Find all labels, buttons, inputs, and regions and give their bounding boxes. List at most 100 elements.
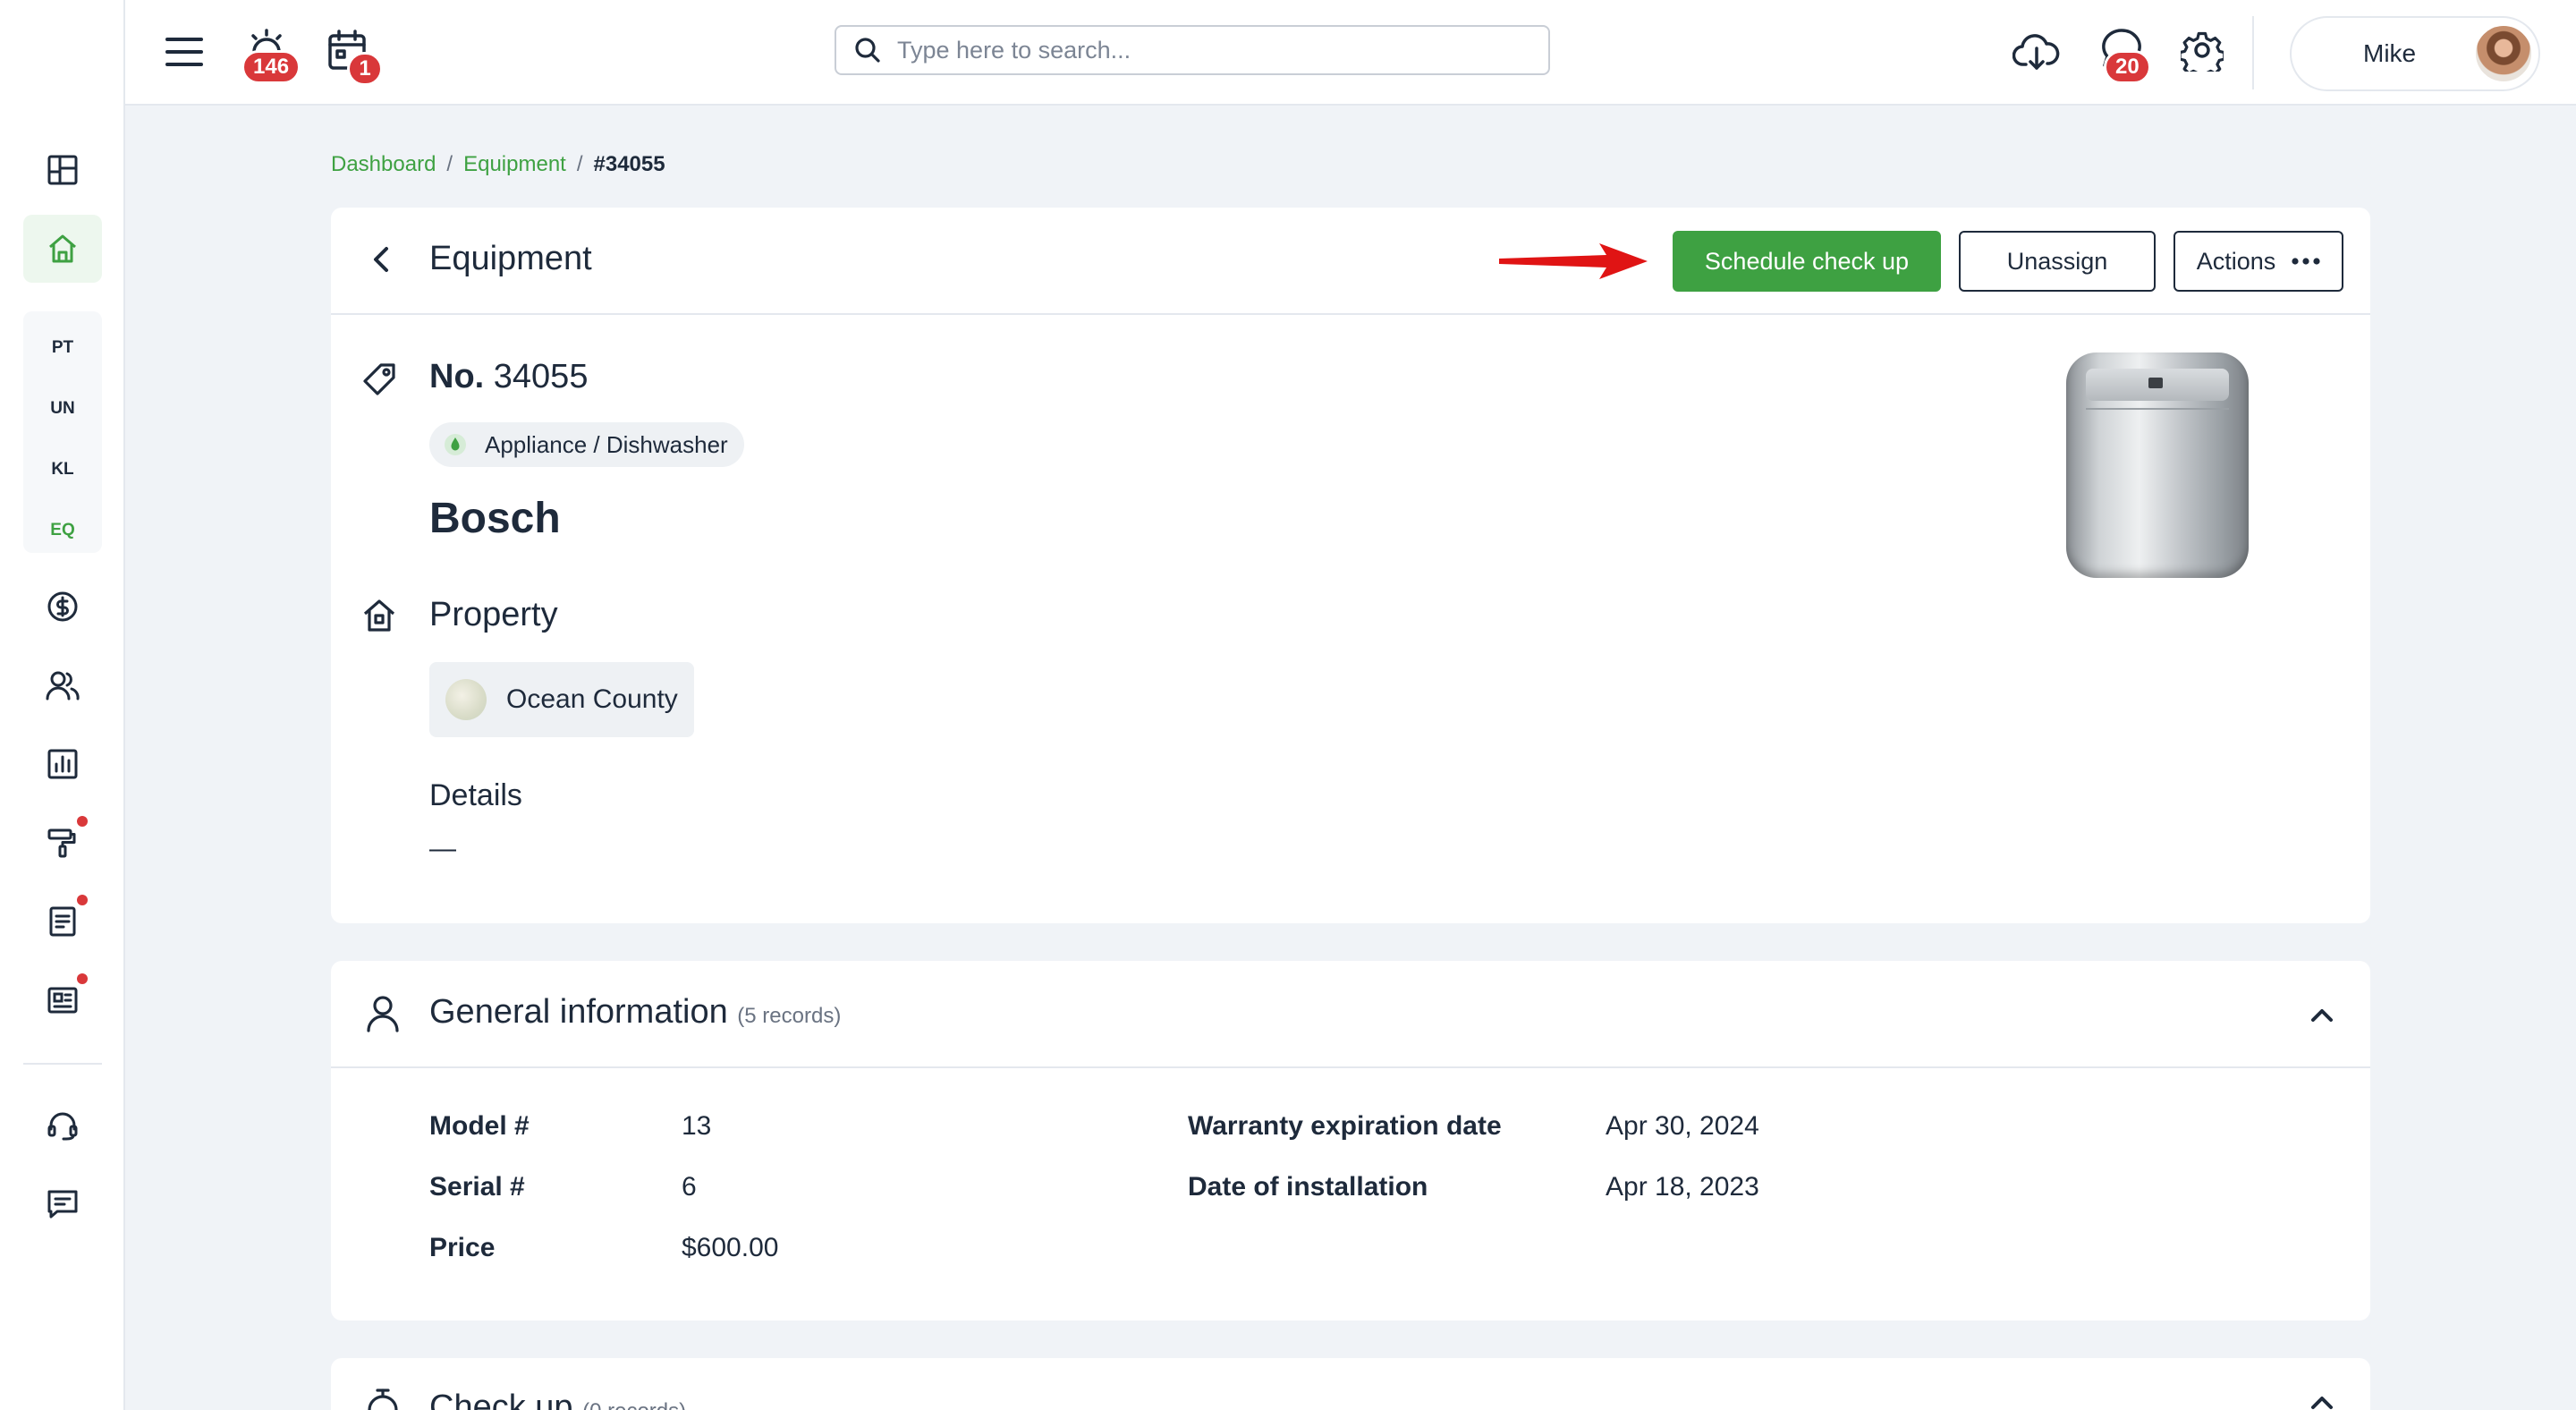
menu-button[interactable] — [161, 27, 208, 77]
user-menu[interactable]: Mike — [2290, 16, 2540, 91]
annotation-arrow-icon — [1499, 243, 1648, 279]
serial-label: Serial # — [429, 1172, 525, 1202]
maintenance-notification-dot — [77, 816, 88, 827]
search-icon — [855, 38, 880, 63]
general-info-title: General information (5 records) — [429, 993, 841, 1032]
water-drop-icon — [445, 434, 466, 455]
sidebar-item-label: PT — [51, 338, 74, 357]
model-label: Model # — [429, 1111, 530, 1141]
property-heading: Property — [429, 596, 558, 633]
user-icon — [367, 996, 399, 1032]
dishwasher-door-line — [2086, 408, 2229, 410]
sidebar-item-contacts[interactable] — [23, 651, 102, 719]
avatar — [2474, 24, 2533, 83]
sidebar-item-support[interactable] — [23, 1091, 102, 1159]
sidebar-separator — [23, 1063, 102, 1065]
model-value: 13 — [682, 1111, 712, 1141]
home-icon — [49, 234, 76, 263]
warranty-label: Warranty expiration date — [1188, 1111, 1502, 1141]
chart-icon — [47, 749, 78, 779]
home-icon — [363, 599, 395, 632]
actions-button[interactable]: Actions — [2174, 231, 2343, 292]
gear-icon — [2181, 31, 2224, 72]
collapse-checkup-button[interactable] — [2302, 1394, 2342, 1410]
stopwatch-icon — [368, 1389, 398, 1410]
download-button[interactable] — [2011, 25, 2063, 77]
installation-label: Date of installation — [1188, 1172, 1428, 1202]
sidebar-item-listings[interactable] — [23, 966, 102, 1034]
settings-button[interactable] — [2177, 25, 2227, 75]
page-title: Equipment — [429, 240, 592, 277]
category-label: Appliance / Dishwasher — [485, 430, 728, 458]
sidebar-item-documents[interactable] — [23, 888, 102, 956]
general-info-count: (5 records) — [737, 1004, 842, 1028]
property-map-thumbnail — [445, 679, 487, 720]
card-header-divider — [331, 1066, 2370, 1068]
card-header-divider — [331, 313, 2370, 315]
more-horizontal-icon — [2292, 258, 2320, 265]
sidebar-item-dashboard[interactable] — [23, 136, 102, 204]
checkup-count: (0 records) — [582, 1399, 686, 1410]
breadcrumb-separator: / — [576, 152, 583, 176]
sidebar-item-kl[interactable]: KL — [23, 447, 102, 492]
property-name: Ocean County — [506, 684, 678, 714]
schedule-checkup-button[interactable]: Schedule check up — [1673, 231, 1941, 292]
general-info-heading: General information — [429, 993, 728, 1031]
cloud-download-icon — [2012, 34, 2060, 70]
dishwasher-control-panel — [2086, 369, 2229, 401]
search-input[interactable] — [897, 36, 1505, 64]
calendar-badge: 1 — [347, 52, 383, 86]
sidebar-item-label: EQ — [50, 521, 75, 539]
details-value: — — [429, 834, 456, 863]
dollar-icon — [47, 591, 78, 622]
chevron-up-icon — [2311, 1009, 2333, 1022]
installation-value: Apr 18, 2023 — [1606, 1172, 1759, 1202]
back-button[interactable] — [361, 238, 401, 281]
breadcrumb-equipment-link[interactable]: Equipment — [463, 152, 566, 177]
sidebar-item-pt[interactable]: PT — [23, 326, 102, 370]
warranty-value: Apr 30, 2024 — [1606, 1111, 1759, 1141]
serial-value: 6 — [682, 1172, 697, 1202]
headset-icon — [47, 1112, 78, 1141]
collapse-general-info-button[interactable] — [2302, 997, 2342, 1032]
sidebar-item-label: KL — [51, 460, 74, 479]
message-square-icon — [47, 1190, 78, 1219]
news-icon — [47, 987, 78, 1014]
sidebar-item-feedback[interactable] — [23, 1170, 102, 1238]
sidebar-item-eq[interactable]: EQ — [23, 508, 102, 553]
dishwasher-display — [2148, 378, 2163, 388]
hamburger-icon — [165, 38, 203, 66]
documents-notification-dot — [77, 895, 88, 905]
sidebar-item-un[interactable]: UN — [23, 386, 102, 431]
equipment-card — [331, 208, 2370, 923]
property-chip[interactable]: Ocean County — [429, 662, 694, 737]
chevron-left-icon — [374, 247, 388, 272]
breadcrumb: Dashboard / Equipment / #34055 — [331, 152, 665, 177]
number-prefix: No. — [429, 358, 485, 395]
tag-icon — [363, 363, 395, 395]
topbar-divider — [2252, 16, 2254, 89]
category-chip: Appliance / Dishwasher — [429, 422, 744, 467]
breadcrumb-dashboard-link[interactable]: Dashboard — [331, 152, 436, 177]
listings-notification-dot — [77, 973, 88, 984]
alerts-badge: 146 — [242, 50, 301, 84]
breadcrumb-current: #34055 — [593, 152, 665, 176]
search-box[interactable] — [835, 25, 1550, 75]
messages-badge: 20 — [2104, 50, 2151, 84]
user-name: Mike — [2363, 39, 2417, 67]
equipment-number: No. 34055 — [429, 358, 588, 396]
sidebar-item-label: UN — [50, 399, 75, 418]
details-heading: Details — [429, 778, 522, 812]
equipment-image — [2066, 352, 2249, 578]
sidebar-item-maintenance[interactable] — [23, 809, 102, 877]
document-icon — [49, 906, 76, 937]
unassign-button[interactable]: Unassign — [1959, 231, 2156, 292]
sidebar-item-reports[interactable] — [23, 730, 102, 798]
checkup-heading: Check up — [429, 1389, 573, 1410]
users-icon — [46, 671, 80, 701]
price-label: Price — [429, 1233, 496, 1262]
sidebar-item-finance[interactable] — [23, 573, 102, 641]
sidebar-item-home[interactable] — [23, 215, 102, 283]
paint-roller-icon — [47, 828, 76, 858]
chevron-up-icon — [2311, 1397, 2333, 1409]
